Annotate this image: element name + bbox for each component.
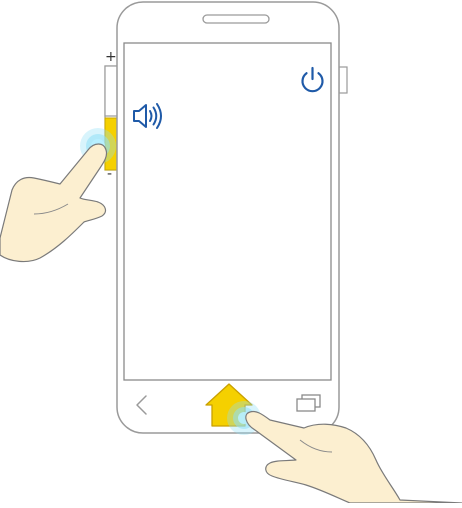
left-hand	[0, 143, 108, 263]
right-hand	[245, 410, 462, 504]
earpiece-speaker	[202, 14, 270, 24]
power-side-key[interactable]	[338, 66, 348, 94]
diagram-canvas	[0, 1, 462, 504]
phone-button-diagram: + -	[0, 0, 462, 504]
phone-screen	[123, 42, 332, 381]
volume-minus-label: -	[107, 166, 113, 182]
volume-plus-label: +	[105, 49, 117, 65]
